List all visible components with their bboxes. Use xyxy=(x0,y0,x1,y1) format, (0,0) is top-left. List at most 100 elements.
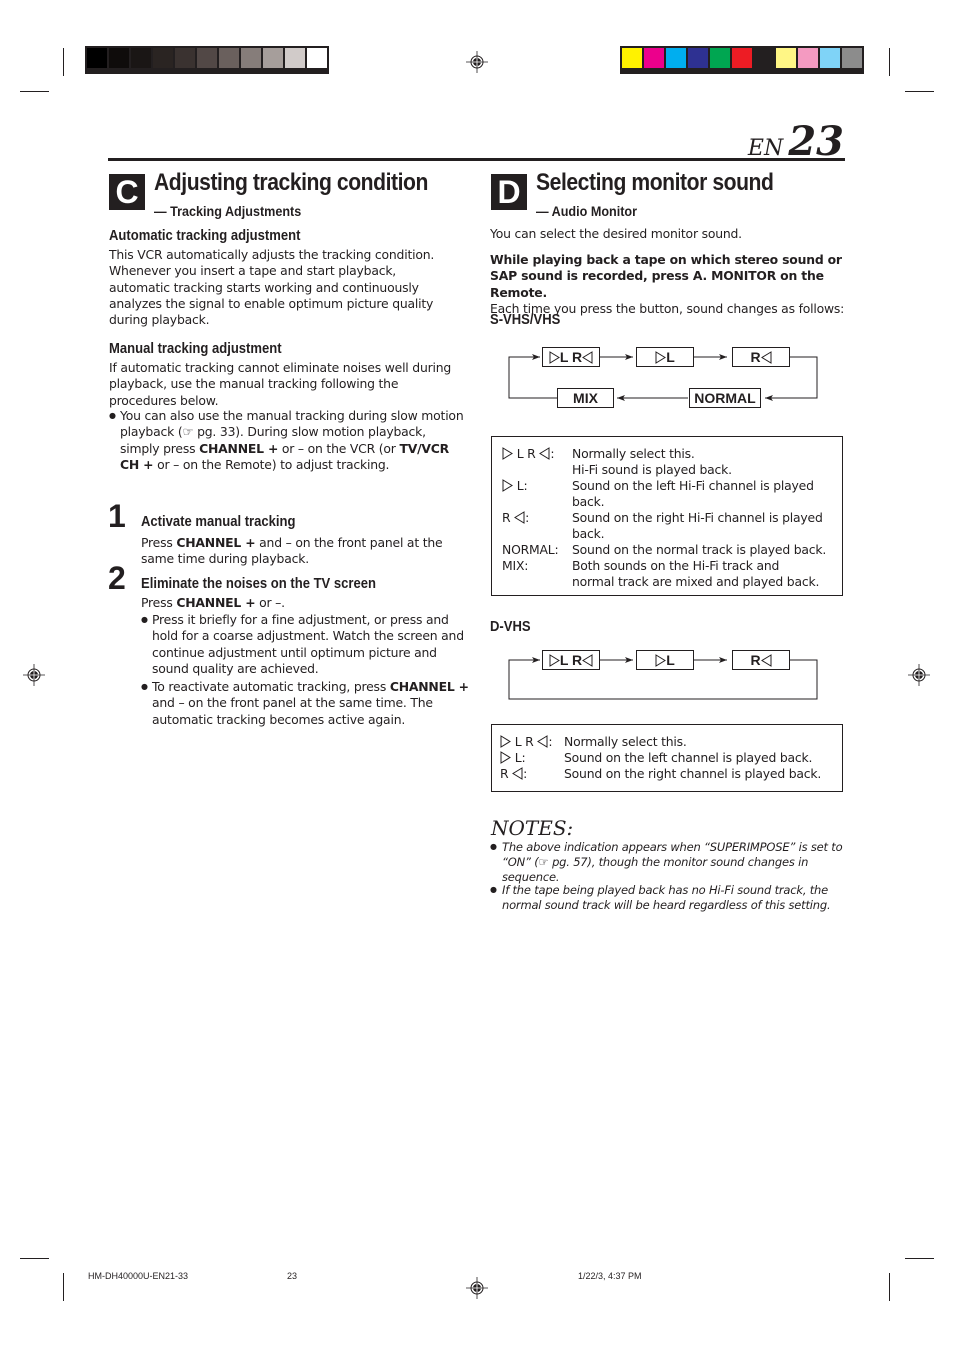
legend-key: R : xyxy=(500,766,528,781)
legend-description: Sound on the left Hi-Fi channel is playe… xyxy=(572,478,814,509)
crop-mark xyxy=(63,48,64,76)
color-swatch xyxy=(754,48,774,68)
legend-row: L: Sound on the left Hi-Fi channel is pla… xyxy=(502,478,842,510)
legend-key: L R : xyxy=(500,734,564,750)
legend-row: R : Sound on the right channel is played … xyxy=(500,766,842,782)
color-swatch xyxy=(732,48,752,68)
registration-mark-icon xyxy=(908,664,930,686)
note-item: If the tape being played back has no Hi-… xyxy=(490,883,847,913)
legend-key: MIX: xyxy=(502,558,529,573)
gray-swatch xyxy=(285,48,305,68)
legend-key: L R : xyxy=(502,446,572,478)
legend-row: L R : Normally select this. Hi-Fi sound is… xyxy=(502,446,842,478)
manual-tracking-bullet: You can also use the manual tracking dur… xyxy=(109,408,465,473)
legend-key: L: xyxy=(502,478,572,510)
crop-mark xyxy=(905,91,934,92)
section-badge-c: C xyxy=(109,174,145,210)
registration-mark-icon xyxy=(466,51,488,73)
dvhs-legend-box: L R : Normally select this. L: Sound on th… xyxy=(491,724,843,792)
speaker-right-icon xyxy=(582,349,593,365)
speaker-left-icon xyxy=(502,478,513,493)
svhs-node-normal: NORMAL xyxy=(689,388,761,408)
header-rule xyxy=(108,158,845,161)
legend-description: Normally select this. xyxy=(564,734,687,749)
step-2-title: Eliminate the noises on the TV screen xyxy=(141,576,376,592)
legend-description: Sound on the right channel is played bac… xyxy=(564,766,822,781)
footer-timestamp: 1/22/3, 4:37 PM xyxy=(578,1271,642,1281)
gray-swatch xyxy=(263,48,283,68)
crop-mark xyxy=(20,91,49,92)
svhs-node-lr: L R xyxy=(542,347,600,367)
speaker-left-icon xyxy=(549,652,560,668)
speaker-right-icon xyxy=(512,766,523,781)
color-swatch xyxy=(820,48,840,68)
gray-swatch xyxy=(153,48,173,68)
color-swatch xyxy=(622,48,642,68)
step-2-bullet: To reactivate automatic tracking, press … xyxy=(141,679,474,728)
section-d-subtitle: — Audio Monitor xyxy=(536,203,638,219)
speaker-right-icon xyxy=(582,652,593,668)
speaker-right-icon xyxy=(539,446,550,461)
speaker-left-icon xyxy=(655,652,667,668)
auto-tracking-body: This VCR automatically adjusts the track… xyxy=(109,247,435,328)
step-number: 1 xyxy=(108,498,126,534)
step-number: 2 xyxy=(108,560,126,596)
section-d-instruction: While playing back a tape on which stere… xyxy=(490,252,845,316)
section-badge-d: D xyxy=(491,174,527,210)
legend-row: L R : Normally select this. xyxy=(500,734,842,750)
svhs-node-l: L xyxy=(636,347,694,367)
step-1-body: Press CHANNEL + and – on the front panel… xyxy=(141,535,443,567)
gray-swatch xyxy=(219,48,239,68)
speaker-right-icon xyxy=(760,349,772,365)
gray-swatch xyxy=(197,48,217,68)
svhs-legend-box: L R : Normally select this. Hi-Fi sound is… xyxy=(491,436,843,596)
legend-description: Both sounds on the Hi-Fi track and normal… xyxy=(572,558,820,589)
manual-tracking-body: If automatic tracking cannot eliminate n… xyxy=(109,360,452,408)
color-swatch xyxy=(842,48,862,68)
speaker-right-icon xyxy=(760,652,772,668)
footer-doc-code: HM-DH40000U-EN21-33 xyxy=(88,1271,189,1281)
color-swatch xyxy=(798,48,818,68)
step-2-body: Press CHANNEL + or –. xyxy=(141,595,285,610)
legend-description: Sound on the right Hi-Fi channel is play… xyxy=(572,510,823,541)
gray-swatch xyxy=(241,48,261,68)
color-swatch xyxy=(776,48,796,68)
auto-tracking-heading: Automatic tracking adjustment xyxy=(109,228,301,244)
color-calibration-bar xyxy=(620,46,864,74)
speaker-right-icon xyxy=(514,510,525,525)
color-swatch xyxy=(688,48,708,68)
speaker-left-icon xyxy=(655,349,667,365)
legend-description: Sound on the left channel is played back… xyxy=(564,750,813,765)
speaker-left-icon xyxy=(502,446,513,461)
gray-swatch xyxy=(109,48,129,68)
section-c-subtitle: — Tracking Adjustments xyxy=(154,203,302,219)
legend-row: NORMAL: Sound on the normal track is play… xyxy=(502,542,842,558)
section-c-title: Adjusting tracking condition xyxy=(154,169,428,196)
legend-key: L: xyxy=(500,750,564,766)
gray-swatch xyxy=(307,48,327,68)
registration-mark-icon xyxy=(466,1277,488,1299)
note-item: The above indication appears when “SUPER… xyxy=(490,840,847,884)
dvhs-heading: D-VHS xyxy=(490,619,531,635)
svhs-node-mix: MIX xyxy=(557,388,614,408)
section-d-intro: You can select the desired monitor sound… xyxy=(490,226,742,241)
legend-row: R : Sound on the right Hi-Fi channel is p… xyxy=(502,510,842,542)
crop-mark xyxy=(889,48,890,76)
speaker-right-icon xyxy=(537,734,548,749)
legend-description: Normally select this. Hi-Fi sound is play… xyxy=(572,446,732,477)
legend-description: Sound on the normal track is played back… xyxy=(572,542,827,557)
registration-mark-icon xyxy=(23,664,45,686)
footer-page: 23 xyxy=(287,1271,298,1281)
speaker-left-icon xyxy=(500,750,511,765)
color-swatch xyxy=(644,48,664,68)
crop-mark xyxy=(905,1258,934,1259)
gray-swatch xyxy=(87,48,107,68)
gray-swatch xyxy=(175,48,195,68)
svhs-node-r: R xyxy=(732,347,790,367)
legend-key: R : xyxy=(502,510,530,525)
step-1-title: Activate manual tracking xyxy=(141,514,296,530)
dvhs-node-l: L xyxy=(636,650,694,670)
svhs-heading: S-VHS/VHS xyxy=(490,312,561,328)
speaker-left-icon xyxy=(500,734,511,749)
legend-row: L: Sound on the left channel is played ba… xyxy=(500,750,842,766)
